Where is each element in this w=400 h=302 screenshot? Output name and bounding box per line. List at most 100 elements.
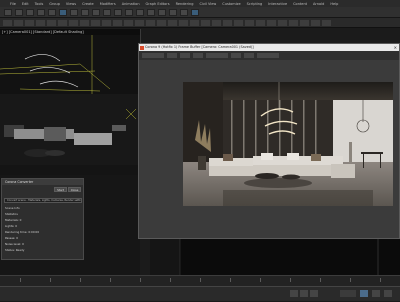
render-toolbar: [139, 51, 399, 60]
ribbon-button[interactable]: [289, 19, 298, 26]
menu-item[interactable]: Animation: [122, 2, 140, 6]
render-setup-icon[interactable]: [169, 8, 177, 16]
ribbon-button[interactable]: [58, 19, 67, 26]
menu-item[interactable]: Modifiers: [100, 2, 116, 6]
menu-item[interactable]: Content: [293, 2, 307, 6]
ribbon-button[interactable]: [168, 19, 177, 26]
ribbon-button[interactable]: [256, 19, 265, 26]
layer-icon[interactable]: [136, 8, 144, 16]
snap-icon[interactable]: [92, 8, 100, 16]
ribbon-button[interactable]: [190, 19, 199, 26]
dialog-line: Statistics: [5, 212, 18, 216]
options-field[interactable]: Convert scene - Materials, Lights, Camer…: [4, 198, 82, 203]
link-icon[interactable]: [26, 8, 34, 16]
lower-area-lines: [150, 239, 400, 275]
menu-item[interactable]: Help: [330, 2, 338, 6]
dialog-line: Rendering time: 0:00:00: [5, 230, 40, 234]
ribbon-button[interactable]: [25, 19, 34, 26]
unlink-icon[interactable]: [37, 8, 45, 16]
menu-item[interactable]: Group: [49, 2, 60, 6]
ribbon-button[interactable]: [102, 19, 111, 26]
stop-icon[interactable]: [231, 53, 241, 58]
render-window-title: Corona 9 (Hotfix 1) Frame Buffer [Camera…: [139, 44, 399, 51]
ribbon-button[interactable]: [146, 19, 155, 26]
ribbon-button[interactable]: [135, 19, 144, 26]
zoom-select[interactable]: [257, 53, 279, 58]
ribbon-button[interactable]: [311, 19, 320, 26]
dialog-line: Noise level: 0: [5, 242, 24, 246]
clear-icon[interactable]: [193, 53, 203, 58]
rotate-icon[interactable]: [70, 8, 78, 16]
align-icon[interactable]: [125, 8, 133, 16]
ribbon-button[interactable]: [278, 19, 287, 26]
ribbon-button[interactable]: [80, 19, 89, 26]
ribbon-button[interactable]: [267, 19, 276, 26]
angle-snap-icon[interactable]: [103, 8, 111, 16]
menu-item[interactable]: Graph Editors: [146, 2, 170, 6]
mirror-icon[interactable]: [114, 8, 122, 16]
converter-dialog: Corona Converter Start Close Convert sce…: [1, 178, 84, 260]
scale-icon[interactable]: [81, 8, 89, 16]
curve-editor-icon[interactable]: [147, 8, 155, 16]
material-editor-icon[interactable]: [158, 8, 166, 16]
menu-item[interactable]: Scripting: [247, 2, 263, 6]
ribbon-button[interactable]: [322, 19, 331, 26]
dialog-line: Scene Info: [5, 206, 20, 210]
viewport-scene: [0, 29, 140, 175]
dialog-line: Status: Ready: [5, 248, 25, 252]
menu-item[interactable]: Arnold: [313, 2, 324, 6]
menu-item[interactable]: Civil View: [199, 2, 216, 6]
start-button[interactable]: Start: [54, 187, 67, 192]
dialog-line: Materials: 0: [5, 218, 22, 222]
dialog-line: Lights: 0: [5, 224, 18, 228]
dialog-line: Passes: 0: [5, 236, 18, 240]
ribbon-button[interactable]: [223, 19, 232, 26]
ribbon-button[interactable]: [234, 19, 243, 26]
menu-item[interactable]: Tools: [35, 2, 44, 6]
channel-select[interactable]: [142, 53, 164, 58]
viewport[interactable]: [+] [Camera001] [Standard] [Default Shad…: [0, 29, 141, 175]
ribbon-button[interactable]: [69, 19, 78, 26]
copy-icon[interactable]: [180, 53, 190, 58]
app-icon: [140, 45, 144, 50]
main-toolbar: [0, 7, 400, 18]
ribbon-button[interactable]: [47, 19, 56, 26]
ribbon-button[interactable]: [201, 19, 210, 26]
menu-item[interactable]: Edit: [22, 2, 29, 6]
render-button[interactable]: [206, 53, 228, 58]
menu-item[interactable]: Views: [66, 2, 76, 6]
ribbon-button[interactable]: [157, 19, 166, 26]
region-icon[interactable]: [244, 53, 254, 58]
ribbon-button[interactable]: [113, 19, 122, 26]
menu-item[interactable]: Interactive: [268, 2, 287, 6]
dialog-title: Corona Converter: [2, 179, 83, 185]
ribbon-button[interactable]: [36, 19, 45, 26]
save-icon[interactable]: [167, 53, 177, 58]
ribbon-button[interactable]: [300, 19, 309, 26]
ribbon-button[interactable]: [3, 19, 12, 26]
menu-item[interactable]: Customize: [222, 2, 240, 6]
move-icon[interactable]: [59, 8, 67, 16]
ribbon-button[interactable]: [212, 19, 221, 26]
ribbon-button[interactable]: [124, 19, 133, 26]
select-icon[interactable]: [48, 8, 56, 16]
ribbon: [0, 18, 400, 28]
render-window: Corona 9 (Hotfix 1) Frame Buffer [Camera…: [138, 43, 400, 239]
undo-icon[interactable]: [4, 8, 12, 16]
render-frame-icon[interactable]: [180, 8, 188, 16]
render-icon[interactable]: [191, 8, 199, 16]
ribbon-button[interactable]: [91, 19, 100, 26]
menu-bar: File Edit Tools Group Views Create Modifiers An…: [0, 0, 400, 7]
ribbon-button[interactable]: [14, 19, 23, 26]
ribbon-button[interactable]: [245, 19, 254, 26]
close-button[interactable]: Close: [68, 187, 81, 192]
close-icon[interactable]: ✕: [394, 44, 397, 51]
status-bar: [0, 286, 400, 301]
menu-item[interactable]: Rendering: [176, 2, 194, 6]
redo-icon[interactable]: [15, 8, 23, 16]
viewport-label[interactable]: [+] [Camera001] [Standard] [Default Shad…: [2, 30, 84, 34]
menu-item[interactable]: Create: [82, 2, 94, 6]
menu-item[interactable]: File: [10, 2, 16, 6]
render-image: [183, 82, 393, 206]
ribbon-button[interactable]: [179, 19, 188, 26]
